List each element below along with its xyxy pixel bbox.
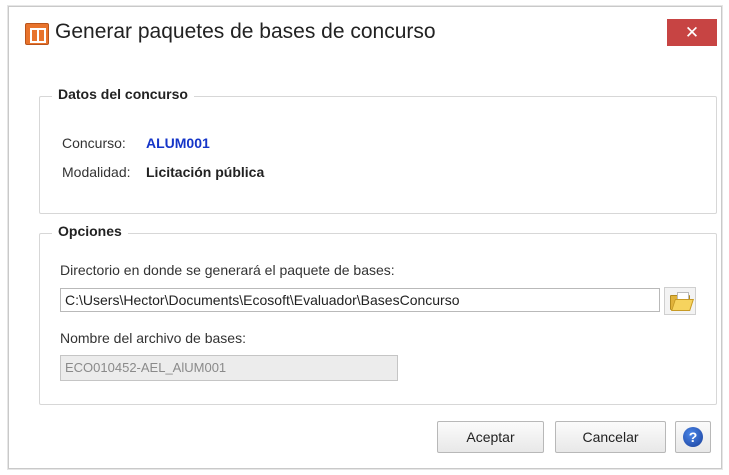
nombre-archivo-input xyxy=(60,355,398,381)
opciones-legend: Opciones xyxy=(52,223,128,239)
directorio-input[interactable] xyxy=(60,288,660,312)
opciones-group: Opciones Directorio en donde se generará… xyxy=(39,223,717,405)
cancel-button[interactable]: Cancelar xyxy=(555,421,666,453)
help-icon: ? xyxy=(683,427,703,447)
app-logo-icon xyxy=(25,23,49,45)
concurso-value: ALUM001 xyxy=(146,135,210,151)
modalidad-value: Licitación pública xyxy=(146,164,265,180)
folder-front-shape xyxy=(671,299,694,311)
datos-concurso-legend: Datos del concurso xyxy=(52,86,194,102)
accept-button[interactable]: Aceptar xyxy=(437,421,544,453)
help-button[interactable]: ? xyxy=(675,421,711,453)
dialog-window: Generar paquetes de bases de concurso ✕ … xyxy=(8,6,722,469)
datos-concurso-group: Datos del concurso Concurso: ALUM001 Mod… xyxy=(39,86,717,214)
modalidad-label: Modalidad: xyxy=(62,164,131,180)
title-bar: Generar paquetes de bases de concurso ✕ xyxy=(9,7,721,51)
close-button[interactable]: ✕ xyxy=(667,19,717,46)
nombre-archivo-label: Nombre del archivo de bases: xyxy=(60,330,246,346)
directorio-label: Directorio en donde se generará el paque… xyxy=(60,262,395,278)
window-title: Generar paquetes de bases de concurso xyxy=(55,20,436,43)
concurso-label: Concurso: xyxy=(62,135,126,151)
browse-folder-button[interactable] xyxy=(664,287,696,315)
